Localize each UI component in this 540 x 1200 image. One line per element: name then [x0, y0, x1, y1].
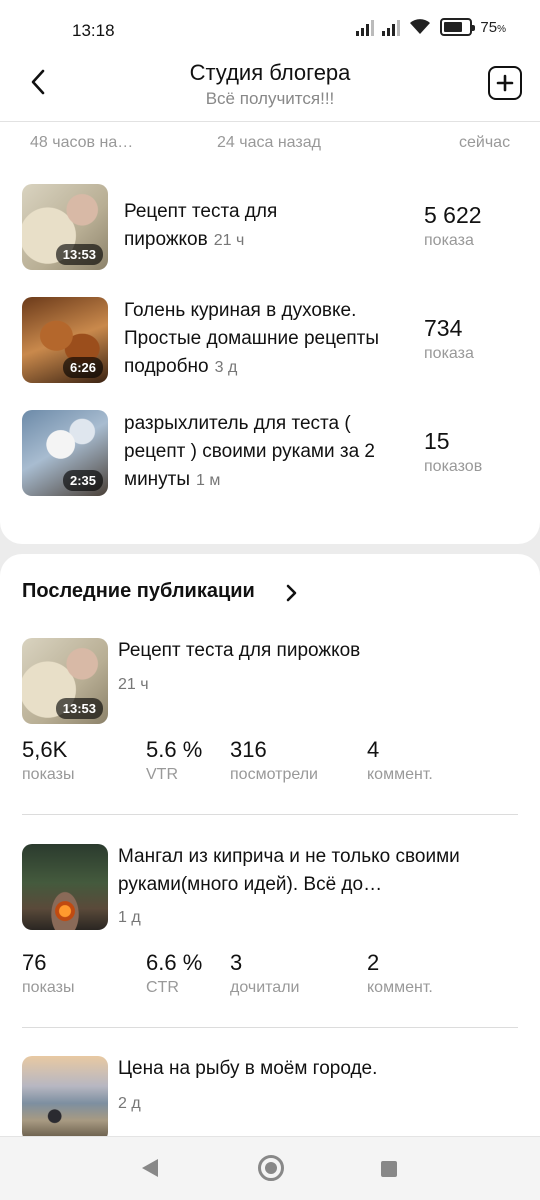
battery-fill	[444, 22, 463, 32]
publication-title: Цена на рыбу в моём городе.	[118, 1058, 378, 1079]
video-duration: 13:53	[55, 244, 103, 265]
divider	[22, 814, 518, 815]
timeline-axis: 48 часов на… 24 часа назад сейчас	[0, 134, 540, 156]
item-title: Голень куриная в духовке. Простые домашн…	[124, 300, 379, 377]
timeline-label: 24 часа назад	[217, 134, 321, 151]
stat-label: показы	[22, 766, 75, 783]
stat-value: 5,6K	[22, 737, 68, 762]
stat-value: 5.6 %	[146, 737, 203, 762]
video-thumbnail: 2:35	[22, 410, 108, 496]
trending-card: 48 часов на… 24 часа назад сейчас 13:53 …	[0, 122, 540, 544]
stat-value: 4	[367, 737, 380, 762]
timeline-label: сейчас	[459, 134, 511, 151]
video-duration: 2:35	[62, 470, 103, 491]
divider	[22, 1027, 518, 1028]
item-title: разрыхлитель для теста ( рецепт ) своими…	[124, 413, 375, 490]
page-title: Студия блогера	[189, 60, 351, 85]
item-views: 15	[424, 428, 450, 454]
item-title: Рецепт теста для пирожков 21 ч	[124, 201, 278, 250]
battery-percent: 75%	[480, 18, 506, 36]
signal-icon	[382, 18, 401, 36]
nav-recents-icon[interactable]	[381, 1161, 397, 1177]
page-subtitle: Всё получится!!!	[205, 89, 335, 108]
item-views: 734	[424, 315, 463, 341]
stat-label: VTR	[146, 766, 178, 783]
stat-label: коммент.	[367, 766, 433, 783]
publications-card: Последние публикации 13:53 Рецепт теста …	[0, 554, 540, 1154]
video-thumbnail	[22, 1056, 108, 1142]
timeline-label: 48 часов на…	[30, 134, 134, 151]
nav-home-icon[interactable]	[258, 1155, 284, 1181]
video-thumbnail: 6:26	[22, 297, 108, 383]
chevron-right-icon[interactable]	[282, 584, 300, 602]
publication-age: 1 д	[118, 909, 141, 926]
publication-age: 21 ч	[118, 676, 149, 693]
battery-icon	[440, 18, 476, 36]
stat-value: 76	[22, 950, 47, 975]
video-thumbnail	[22, 844, 108, 930]
status-bar: 13:18 75%	[0, 0, 540, 58]
item-views-unit: показа	[424, 232, 474, 249]
item-views-unit: показов	[424, 458, 483, 475]
stat-value: 6.6 %	[146, 950, 203, 975]
item-views-unit: показа	[424, 345, 474, 362]
publication-title: Мангал из киприча и не только своими рук…	[118, 846, 460, 895]
item-age: 3 д	[214, 359, 238, 376]
add-button[interactable]	[488, 66, 522, 100]
status-icons: 75%	[356, 18, 506, 36]
publication-title: Рецепт теста для пирожков	[118, 640, 361, 661]
section-title[interactable]: Последние публикации	[22, 580, 255, 603]
stat-label: показы	[22, 979, 75, 996]
video-duration: 13:53	[55, 698, 103, 719]
stat-label: CTR	[146, 979, 179, 996]
status-time: 13:18	[72, 21, 115, 40]
stat-label: посмотрели	[230, 766, 318, 783]
stat-value: 3	[230, 950, 243, 975]
stat-value: 316	[230, 737, 267, 762]
publication-age: 2 д	[118, 1095, 141, 1112]
stat-label: дочитали	[230, 979, 300, 996]
nav-back-icon[interactable]	[142, 1159, 158, 1177]
item-age: 21 ч	[213, 232, 245, 249]
item-views: 5 622	[424, 202, 482, 228]
system-nav-bar	[0, 1136, 540, 1200]
signal-icon	[356, 18, 375, 36]
video-thumbnail: 13:53	[22, 184, 108, 270]
item-age: 1 м	[196, 472, 221, 489]
plus-icon	[496, 74, 514, 92]
header: Студия блогера Всё получится!!!	[0, 58, 540, 122]
stat-label: коммент.	[367, 979, 433, 996]
video-thumbnail: 13:53	[22, 638, 108, 724]
wifi-icon	[410, 19, 431, 34]
stat-value: 2	[367, 950, 380, 975]
video-duration: 6:26	[62, 357, 103, 378]
